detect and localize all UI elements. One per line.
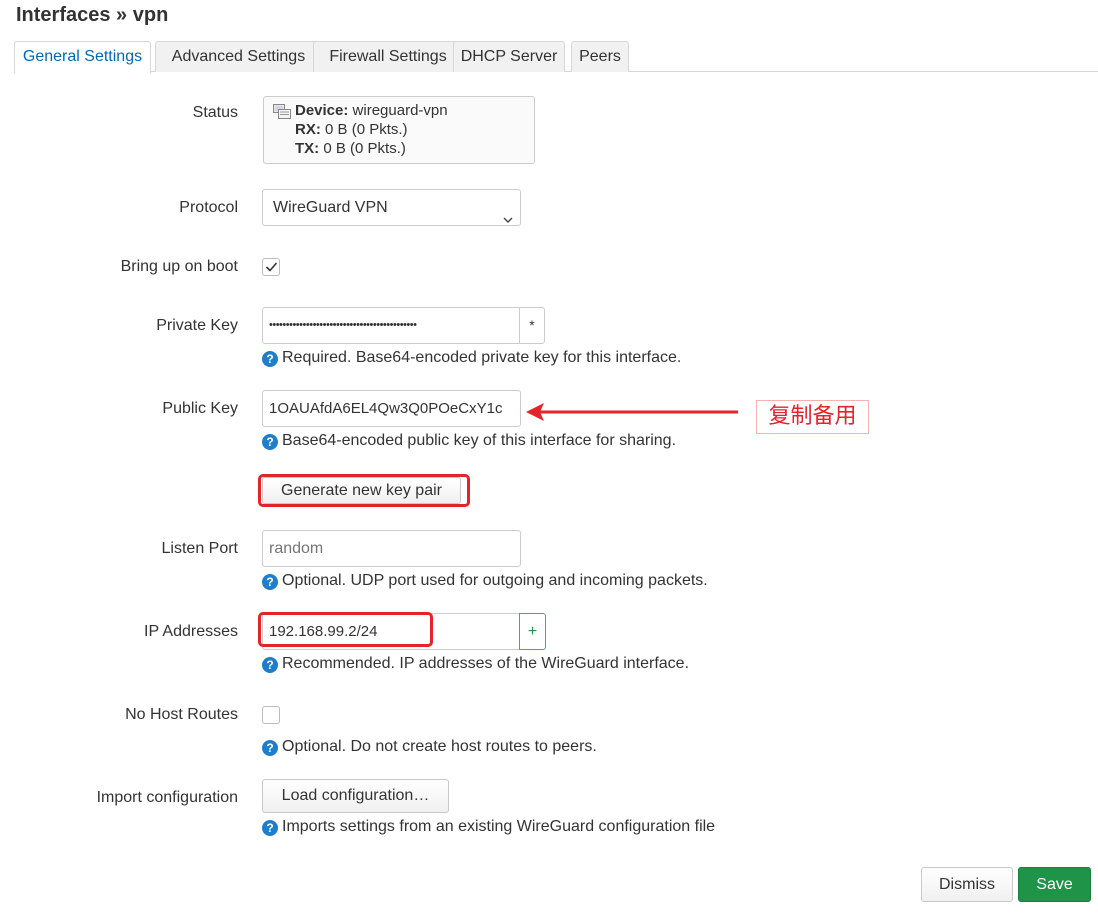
tx-key: TX: xyxy=(295,140,320,157)
no-host-routes-label: No Host Routes xyxy=(125,706,238,723)
bring-up-on-boot-checkbox[interactable] xyxy=(262,258,280,276)
no-host-routes-help: ? Optional. Do not create host routes to … xyxy=(262,738,597,756)
help-icon: ? xyxy=(262,434,278,450)
help-icon: ? xyxy=(262,657,278,673)
network-device-icon xyxy=(273,104,291,119)
tab-advanced-settings[interactable]: Advanced Settings xyxy=(155,41,322,72)
tab-general-settings[interactable]: General Settings xyxy=(14,41,151,73)
protocol-select[interactable]: WireGuard VPN xyxy=(262,189,521,226)
listen-port-help: ? Optional. UDP port used for outgoing an… xyxy=(262,572,708,590)
tab-firewall-settings[interactable]: Firewall Settings xyxy=(313,41,463,72)
help-icon: ? xyxy=(262,574,278,590)
help-icon: ? xyxy=(262,351,278,367)
private-key-label: Private Key xyxy=(156,317,238,334)
bring-up-on-boot-label: Bring up on boot xyxy=(120,258,238,275)
save-button[interactable]: Save xyxy=(1018,867,1091,902)
help-icon: ? xyxy=(262,820,278,836)
annotation-highlight-ip xyxy=(258,612,433,647)
status-label: Status xyxy=(192,104,238,121)
tab-bar: General Settings Advanced Settings Firew… xyxy=(14,41,1098,73)
tx-value: 0 B (0 Pkts.) xyxy=(323,140,406,157)
reveal-password-button[interactable]: * xyxy=(519,307,545,344)
no-host-routes-checkbox[interactable] xyxy=(262,706,280,724)
chevron-down-icon xyxy=(503,203,513,223)
checkmark-icon xyxy=(265,262,278,272)
annotation-arrow xyxy=(526,403,738,421)
public-key-label: Public Key xyxy=(162,400,238,417)
device-key: Device: xyxy=(295,102,349,119)
listen-port-input[interactable] xyxy=(262,530,521,567)
import-configuration-help: ? Imports settings from an existing WireG… xyxy=(262,818,715,836)
public-key-input[interactable]: 1OAUAfdA6EL4Qw3Q0POeCxY1c xyxy=(262,390,521,427)
private-key-help: ? Required. Base64-encoded private key fo… xyxy=(262,349,681,367)
annotation-highlight-generate xyxy=(258,474,470,507)
public-key-help: ? Base64-encoded public key of this inter… xyxy=(262,432,676,450)
ip-addresses-help: ? Recommended. IP addresses of the WireGu… xyxy=(262,655,689,673)
rx-key: RX: xyxy=(295,121,321,138)
dismiss-button[interactable]: Dismiss xyxy=(921,867,1013,902)
ip-addresses-label: IP Addresses xyxy=(144,623,238,640)
help-icon: ? xyxy=(262,740,278,756)
status-box: Device: wireguard-vpn RX: 0 B (0 Pkts.) … xyxy=(263,96,535,164)
device-value: wireguard-vpn xyxy=(352,102,448,119)
tab-dhcp-server[interactable]: DHCP Server xyxy=(453,41,565,72)
load-configuration-button[interactable]: Load configuration… xyxy=(262,779,449,813)
rx-value: 0 B (0 Pkts.) xyxy=(325,121,408,138)
tab-peers[interactable]: Peers xyxy=(571,41,629,72)
annotation-label: 复制备用 xyxy=(756,400,869,434)
protocol-selected-value: WireGuard VPN xyxy=(273,199,388,216)
protocol-label: Protocol xyxy=(179,199,238,216)
listen-port-label: Listen Port xyxy=(161,540,238,557)
private-key-input[interactable]: ••••••••••••••••••••••••••••••••••••••••… xyxy=(262,307,520,344)
import-configuration-label: Import configuration xyxy=(96,789,238,806)
add-ip-button[interactable]: + xyxy=(519,613,546,650)
page-title: Interfaces » vpn xyxy=(16,4,169,26)
